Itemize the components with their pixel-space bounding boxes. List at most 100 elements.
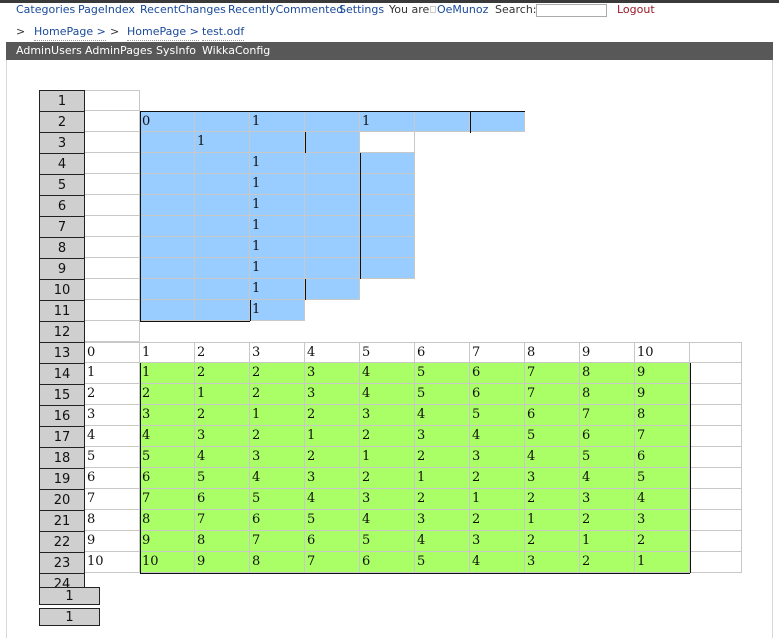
row-header[interactable]: 11 — [39, 300, 85, 322]
table-value-cell[interactable]: 6 — [580, 426, 635, 447]
table-value-cell[interactable]: 2 — [415, 447, 470, 468]
table-value-cell[interactable]: 4 — [360, 363, 415, 384]
table-value-cell[interactable]: 8 — [580, 363, 635, 384]
table-value-cell[interactable]: 2 — [580, 552, 635, 573]
table-header-cell[interactable]: 3 — [250, 342, 305, 363]
table-value-cell[interactable]: 6 — [305, 531, 360, 552]
table-value-cell[interactable]: 2 — [360, 426, 415, 447]
table-row-label[interactable]: 2 — [85, 384, 140, 405]
table-value-cell[interactable]: 3 — [470, 447, 525, 468]
table-value-cell[interactable]: 2 — [415, 489, 470, 510]
sheet-cell[interactable] — [690, 363, 742, 384]
table-row-label[interactable]: 10 — [85, 552, 140, 573]
table-value-cell[interactable]: 3 — [525, 468, 580, 489]
row-header[interactable]: 23 — [39, 552, 85, 574]
table-value-cell[interactable]: 4 — [635, 489, 690, 510]
table-value-cell[interactable]: 2 — [305, 405, 360, 426]
table-value-cell[interactable]: 4 — [415, 405, 470, 426]
table-value-cell[interactable]: 1 — [195, 384, 250, 405]
table-value-cell[interactable]: 7 — [140, 489, 195, 510]
table-value-cell[interactable]: 5 — [140, 447, 195, 468]
breadcrumb-item[interactable]: HomePage > — [127, 25, 199, 41]
table-value-cell[interactable]: 9 — [635, 384, 690, 405]
row-header[interactable]: 3 — [39, 132, 85, 154]
row-header[interactable]: 14 — [39, 363, 85, 385]
table-row-label[interactable]: 3 — [85, 405, 140, 426]
row-header[interactable]: 4 — [39, 153, 85, 175]
blue-cell[interactable] — [470, 111, 525, 132]
sheet-cell[interactable] — [85, 132, 140, 153]
blue-cell[interactable]: 1 — [250, 174, 305, 195]
table-value-cell[interactable]: 1 — [580, 531, 635, 552]
table-value-cell[interactable]: 1 — [140, 363, 195, 384]
table-value-cell[interactable]: 3 — [305, 363, 360, 384]
table-value-cell[interactable]: 2 — [470, 468, 525, 489]
table-row-label[interactable]: 6 — [85, 468, 140, 489]
sheet-cell[interactable] — [85, 258, 140, 279]
table-value-cell[interactable]: 6 — [250, 510, 305, 531]
table-value-cell[interactable]: 7 — [525, 384, 580, 405]
table-value-cell[interactable]: 3 — [415, 426, 470, 447]
table-value-cell[interactable]: 3 — [360, 489, 415, 510]
blue-cell[interactable]: 1 — [250, 258, 305, 279]
sheet-cell[interactable] — [85, 237, 140, 258]
table-value-cell[interactable]: 4 — [470, 552, 525, 573]
table-value-cell[interactable]: 3 — [470, 531, 525, 552]
table-value-cell[interactable]: 8 — [140, 510, 195, 531]
blue-cell[interactable] — [360, 216, 415, 237]
blue-cell[interactable] — [305, 258, 360, 279]
table-value-cell[interactable]: 4 — [360, 384, 415, 405]
table-value-cell[interactable]: 2 — [635, 531, 690, 552]
blue-cell[interactable] — [305, 216, 360, 237]
table-value-cell[interactable]: 8 — [580, 384, 635, 405]
breadcrumb-item[interactable]: HomePage > — [34, 25, 106, 41]
sheet-cell[interactable] — [85, 321, 140, 342]
table-value-cell[interactable]: 3 — [250, 447, 305, 468]
sheet-cell[interactable] — [690, 384, 742, 405]
sheet-cell[interactable] — [690, 531, 742, 552]
blue-cell[interactable] — [250, 132, 305, 153]
nav-recentchanges-link[interactable]: RecentChanges — [140, 3, 226, 17]
row-header[interactable]: 19 — [39, 468, 85, 490]
sheet-cell[interactable] — [360, 132, 415, 153]
sheet-cell[interactable] — [85, 279, 140, 300]
sheet-cell[interactable] — [690, 447, 742, 468]
admin-users-link[interactable]: AdminUsers — [16, 44, 82, 58]
blue-cell[interactable] — [305, 237, 360, 258]
row-header[interactable]: 17 — [39, 426, 85, 448]
blue-cell[interactable] — [195, 111, 250, 132]
row-header[interactable]: 8 — [39, 237, 85, 259]
table-value-cell[interactable]: 2 — [525, 531, 580, 552]
table-value-cell[interactable]: 2 — [195, 363, 250, 384]
table-value-cell[interactable]: 5 — [415, 363, 470, 384]
blue-cell[interactable]: 1 — [250, 237, 305, 258]
blue-cell[interactable] — [195, 216, 250, 237]
breadcrumb-item-current[interactable]: test.odf — [202, 25, 245, 41]
table-value-cell[interactable]: 5 — [195, 468, 250, 489]
sheet-cell[interactable] — [690, 552, 742, 573]
table-value-cell[interactable]: 2 — [250, 363, 305, 384]
blue-cell[interactable]: 1 — [250, 195, 305, 216]
table-value-cell[interactable]: 2 — [250, 426, 305, 447]
table-value-cell[interactable]: 6 — [360, 552, 415, 573]
nav-recentlycommented-link[interactable]: RecentlyCommented — [228, 3, 343, 17]
table-value-cell[interactable]: 7 — [195, 510, 250, 531]
table-value-cell[interactable]: 2 — [305, 447, 360, 468]
row-header[interactable]: 15 — [39, 384, 85, 406]
blue-cell[interactable] — [305, 111, 360, 132]
table-value-cell[interactable]: 4 — [140, 426, 195, 447]
table-value-cell[interactable]: 1 — [635, 552, 690, 573]
table-value-cell[interactable]: 1 — [360, 447, 415, 468]
row-header[interactable]: 10 — [39, 279, 85, 301]
blue-cell[interactable] — [140, 216, 195, 237]
blue-cell[interactable] — [360, 153, 415, 174]
table-value-cell[interactable]: 4 — [305, 489, 360, 510]
table-header-cell[interactable]: 4 — [305, 342, 360, 363]
sheet-cell[interactable] — [85, 195, 140, 216]
table-value-cell[interactable]: 6 — [470, 384, 525, 405]
table-row-label[interactable]: 5 — [85, 447, 140, 468]
row-header[interactable]: 9 — [39, 258, 85, 280]
table-header-cell[interactable]: 7 — [470, 342, 525, 363]
table-value-cell[interactable]: 1 — [470, 489, 525, 510]
row-header[interactable]: 21 — [39, 510, 85, 532]
